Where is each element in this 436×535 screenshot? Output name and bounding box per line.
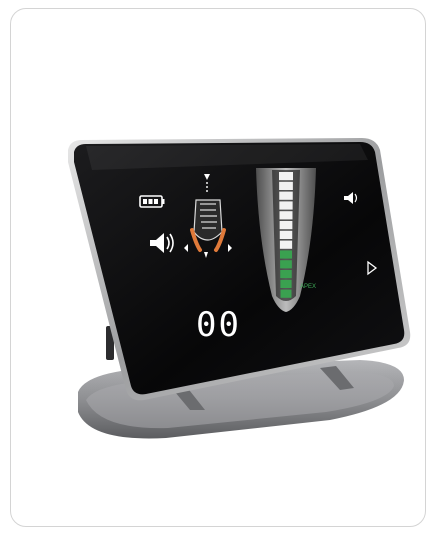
- scale-segment-white: [279, 230, 293, 239]
- scale-segment-white: [279, 191, 293, 200]
- scale-segment-green: [280, 250, 292, 259]
- scale-segment-green: [280, 289, 292, 298]
- length-readout: 00: [196, 305, 241, 345]
- scale-segment-white: [279, 240, 293, 249]
- scale-segment-white: [279, 211, 293, 220]
- scale-segment-green: [280, 270, 292, 279]
- apex-locator-device: APEX 00: [68, 138, 411, 439]
- apex-label: APEX: [300, 284, 316, 290]
- scale-segment-white: [279, 221, 293, 230]
- scale-segment-green: [280, 279, 292, 288]
- scale-segment-green: [280, 260, 292, 269]
- scale-segment-white: [279, 201, 293, 210]
- scale-segment-white: [279, 172, 293, 181]
- scale-segment-white: [279, 181, 293, 190]
